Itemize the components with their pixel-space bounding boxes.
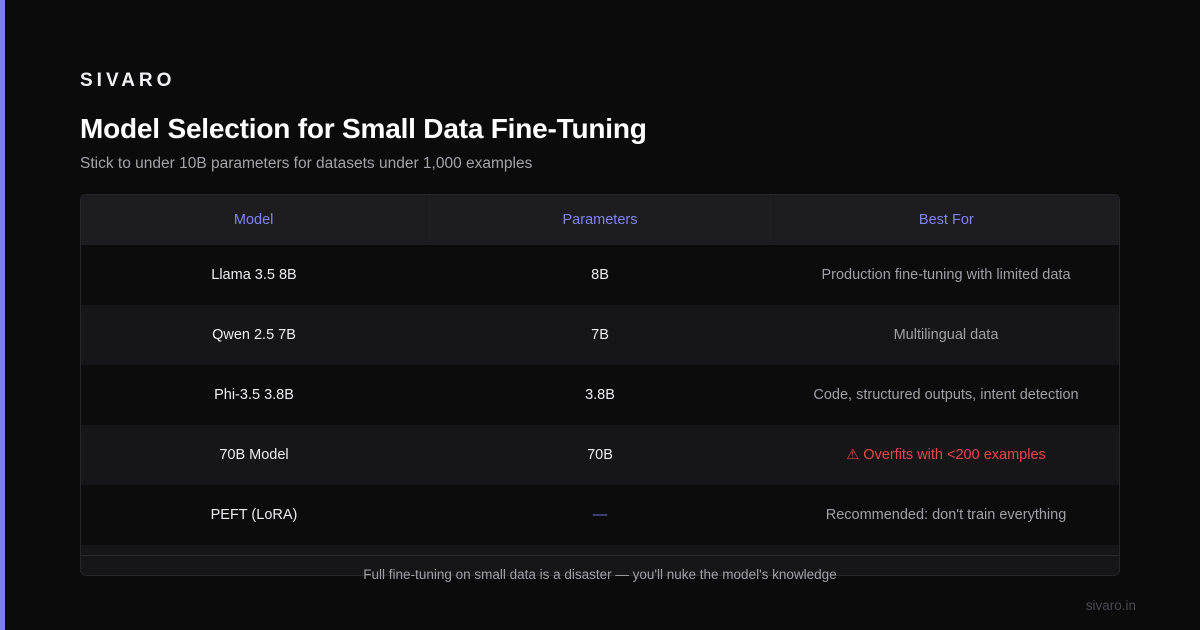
cell-model: PEFT (LoRA)	[210, 507, 298, 523]
cell-model: 70B Model	[219, 447, 289, 463]
cell-best-for: Production fine-tuning with limited data	[821, 267, 1071, 283]
header-parameters: Parameters	[426, 195, 772, 245]
model-table: Model Parameters Best For Llama 3.5 8B 8…	[80, 194, 1120, 576]
cell-best-for: Multilingual data	[893, 327, 999, 343]
page-subtitle: Stick to under 10B parameters for datase…	[80, 155, 533, 172]
header-model: Model	[233, 212, 274, 228]
cell-best-for: Code, structured outputs, intent detecti…	[813, 387, 1079, 403]
table-row: Llama 3.5 8B 8B Production fine-tuning w…	[81, 245, 1119, 305]
table-row: PEFT (LoRA) — Recommended: don't train e…	[81, 485, 1119, 545]
header-best-for: Best For	[772, 195, 1119, 245]
brand-logo: SIVARO	[80, 70, 176, 91]
cell-parameters: 7B	[591, 327, 609, 343]
table-row: 70B Model 70B ⚠ Overfits with <200 examp…	[81, 425, 1119, 485]
site-url: sivaro.in	[1085, 598, 1136, 613]
cell-model: Phi-3.5 3.8B	[214, 387, 294, 403]
table-row: Phi-3.5 3.8B 3.8B Code, structured outpu…	[81, 365, 1119, 425]
cell-best-for: Recommended: don't train everything	[825, 507, 1067, 523]
footnote: Full fine-tuning on small data is a disa…	[363, 567, 837, 582]
cell-best-for-warning: ⚠ Overfits with <200 examples	[846, 447, 1046, 463]
accent-bar	[0, 0, 5, 630]
cell-parameters: 3.8B	[585, 387, 615, 403]
cell-model: Llama 3.5 8B	[211, 267, 297, 283]
cell-parameters: 70B	[587, 447, 613, 463]
table-row: Qwen 2.5 7B 7B Multilingual data	[81, 305, 1119, 365]
table-header: Model Parameters Best For	[81, 195, 1119, 245]
page-title: Model Selection for Small Data Fine-Tuni…	[80, 113, 647, 144]
cell-parameters: —	[592, 507, 608, 523]
cell-parameters: 8B	[591, 267, 609, 283]
cell-model: Qwen 2.5 7B	[212, 327, 296, 343]
